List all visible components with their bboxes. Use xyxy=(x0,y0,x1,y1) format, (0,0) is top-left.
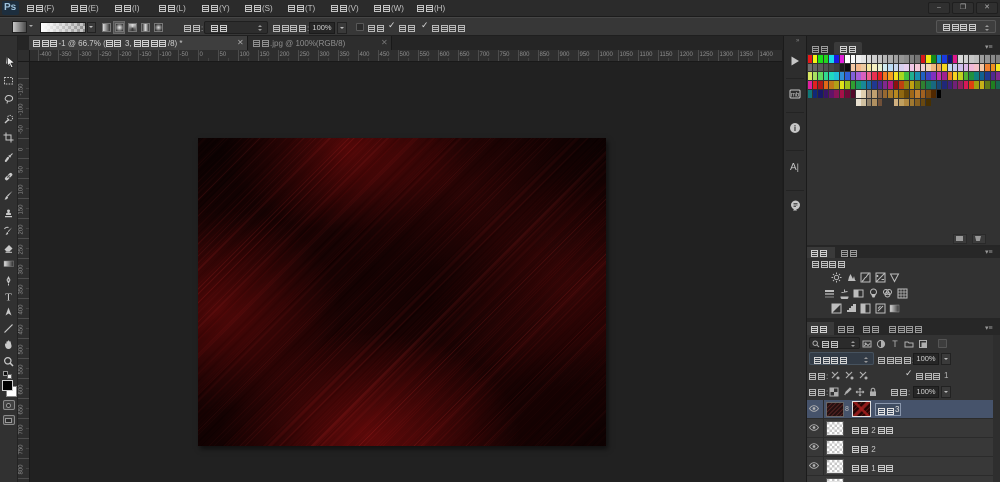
svg-text:i: i xyxy=(794,124,796,133)
svg-text:mb: mb xyxy=(791,93,800,99)
svg-text:T: T xyxy=(892,339,898,349)
svg-text:T: T xyxy=(5,291,12,302)
